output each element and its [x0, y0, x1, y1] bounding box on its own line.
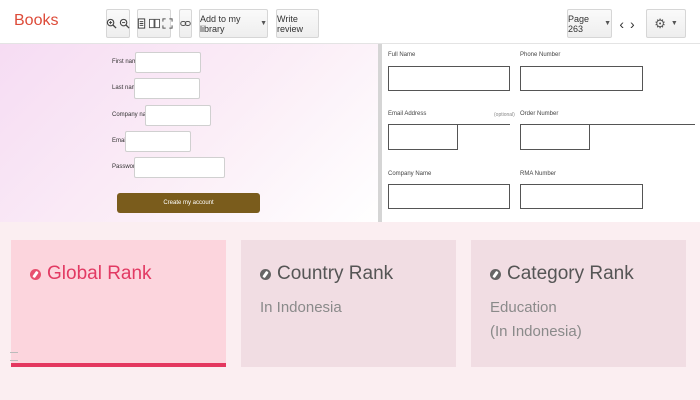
previous-page-icon[interactable]: ‹: [619, 16, 624, 32]
page-label: Page 263: [568, 13, 590, 34]
rank-title: Country Rank: [260, 263, 393, 285]
rank-icon: [490, 268, 501, 280]
view-mode-buttons: [136, 9, 173, 38]
page-select[interactable]: Page 263 ▼: [567, 9, 612, 38]
app-title[interactable]: Books: [14, 12, 58, 30]
full-name-label: Full Name: [388, 52, 416, 58]
chevron-down-icon: ▼: [670, 20, 678, 27]
email-address-input[interactable]: [388, 125, 458, 150]
rank-icon: [30, 268, 41, 280]
zoom-in-icon[interactable]: [106, 18, 117, 30]
order-number-label: Order Number: [520, 111, 559, 117]
company-name-label: Company Name: [388, 171, 432, 177]
rank-icon: [260, 268, 271, 280]
country-rank-title: Country Rank: [277, 263, 394, 284]
category-rank-title: Category Rank: [507, 263, 634, 284]
add-to-library-label: Add to my library: [200, 13, 241, 34]
rank-title: Global Rank: [30, 263, 152, 285]
next-page-icon[interactable]: ›: [630, 16, 635, 32]
link-button[interactable]: [179, 9, 192, 38]
company-name-field[interactable]: [388, 184, 510, 209]
edge-divider: [10, 360, 18, 361]
settings-button[interactable]: ⚙ ▼: [646, 9, 686, 38]
full-name-input[interactable]: [388, 66, 510, 91]
zoom-buttons: [106, 9, 130, 38]
write-review-button[interactable]: Write review: [276, 9, 319, 38]
toolbar: Books Add to my library ▼ Write review P…: [0, 0, 700, 44]
last-name-input[interactable]: [134, 78, 200, 99]
email-address-label: Email Address: [388, 111, 427, 117]
global-rank-title: Global Rank: [47, 263, 152, 284]
rma-number-input[interactable]: [520, 184, 643, 209]
optional-label: (optional): [494, 112, 515, 118]
add-to-library-button[interactable]: Add to my library ▼: [199, 9, 268, 38]
first-name-input[interactable]: [135, 52, 201, 73]
country-rank-subtitle: In Indonesia: [260, 299, 342, 316]
two-page-icon[interactable]: [148, 18, 160, 30]
chevron-down-icon: ▼: [260, 20, 267, 27]
password-input[interactable]: [134, 157, 225, 178]
page-nav: ‹ ›: [614, 9, 640, 38]
rma-number-label: RMA Number: [520, 171, 557, 177]
global-rank-card[interactable]: Global Rank: [11, 240, 226, 367]
chevron-down-icon: ▼: [604, 20, 611, 27]
write-review-label: Write review: [277, 13, 304, 34]
category-rank-subtitle: Education (In Indonesia): [490, 299, 582, 340]
rank-title: Category Rank: [490, 263, 634, 285]
phone-number-input[interactable]: [520, 66, 643, 91]
email-input[interactable]: [125, 131, 191, 152]
link-icon: [180, 18, 191, 30]
company-name-input[interactable]: [145, 105, 211, 126]
edge-divider: [10, 352, 18, 353]
order-number-input[interactable]: [520, 125, 590, 150]
phone-number-label: Phone Number: [520, 52, 561, 58]
zoom-out-icon[interactable]: [119, 18, 130, 30]
fullscreen-icon[interactable]: [161, 18, 173, 30]
category-rank-card[interactable]: Category Rank Education (In Indonesia): [471, 240, 686, 367]
gear-icon: ⚙: [654, 15, 666, 31]
create-account-button[interactable]: Create my account: [117, 193, 260, 213]
single-page-icon[interactable]: [136, 18, 147, 30]
country-rank-card[interactable]: Country Rank In Indonesia: [241, 240, 456, 367]
